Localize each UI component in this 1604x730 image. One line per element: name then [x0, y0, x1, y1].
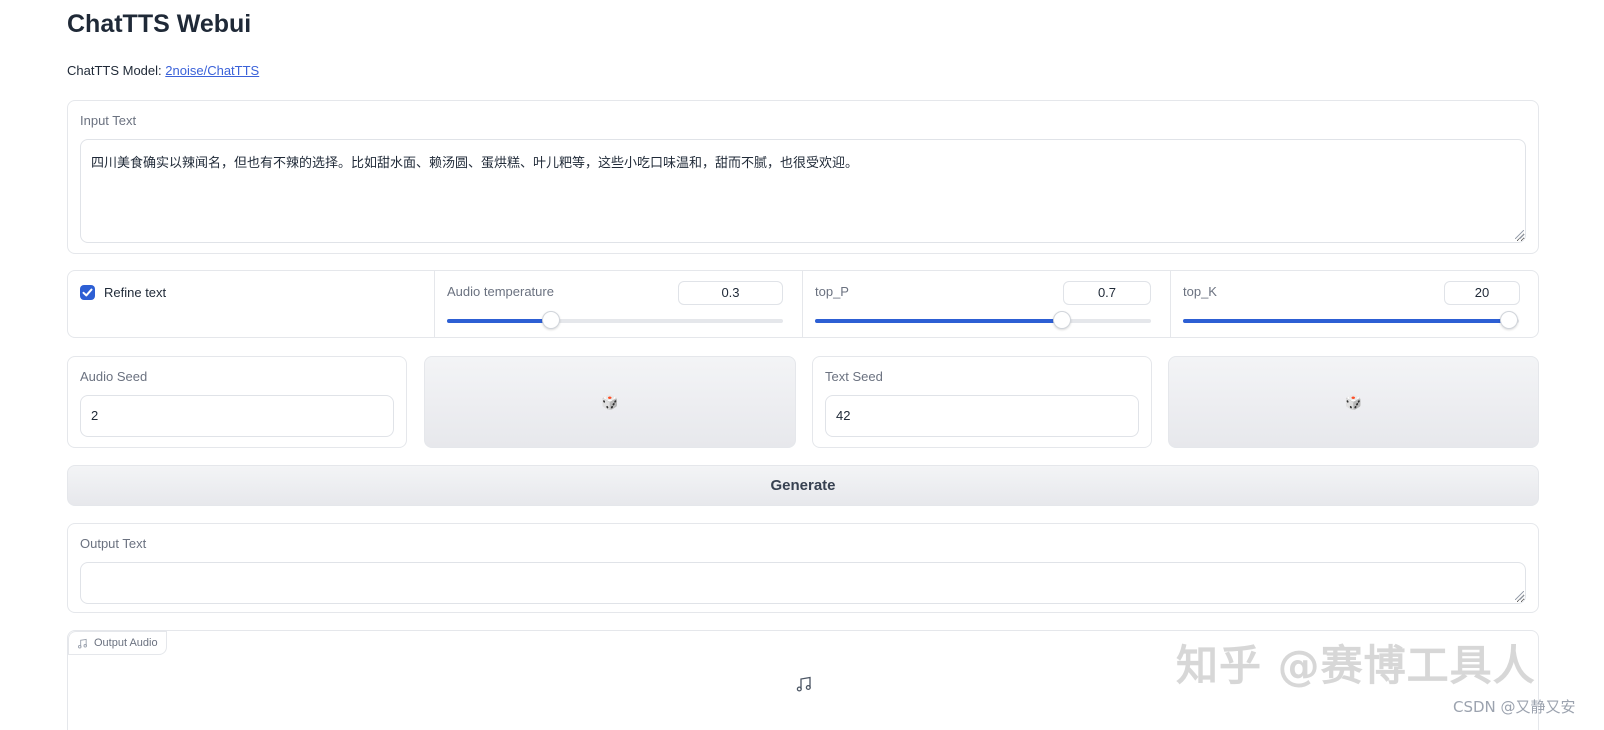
top-p-label: top_P — [815, 284, 849, 299]
resize-handle[interactable] — [1515, 230, 1524, 239]
generate-button[interactable]: Generate — [67, 465, 1539, 506]
dice-icon: 🎲 — [601, 393, 619, 410]
model-link[interactable]: 2noise/ChatTTS — [165, 63, 259, 78]
text-seed-random-button[interactable]: 🎲 — [1168, 356, 1539, 448]
slider-thumb[interactable] — [1499, 311, 1518, 329]
top-p-slider[interactable] — [815, 311, 1151, 329]
input-text-block: Input Text 四川美食确实以辣闻名，但也有不辣的选择。比如甜水面、赖汤圆… — [67, 100, 1539, 254]
resize-handle[interactable] — [1515, 591, 1524, 600]
refine-text-checkbox[interactable] — [80, 285, 95, 300]
input-text-area[interactable]: 四川美食确实以辣闻名，但也有不辣的选择。比如甜水面、赖汤圆、蛋烘糕、叶儿粑等，这… — [80, 139, 1526, 243]
check-icon — [82, 288, 93, 297]
top-p-cell: top_P 0.7 — [803, 271, 1171, 337]
music-note-icon — [796, 676, 811, 692]
slider-fill — [1183, 319, 1509, 323]
controls-row: Refine text Audio temperature 0.3 top_P … — [67, 270, 1539, 338]
audio-seed-random-button[interactable]: 🎲 — [424, 356, 796, 448]
model-info: ChatTTS Model: 2noise/ChatTTS — [67, 63, 259, 78]
slider-fill — [447, 319, 552, 323]
top-k-label: top_K — [1183, 284, 1217, 299]
output-text-label: Output Text — [80, 536, 147, 551]
output-text-area[interactable] — [80, 562, 1526, 604]
audio-seed-block: Audio Seed 2 — [67, 356, 407, 448]
audio-temperature-number[interactable]: 0.3 — [678, 281, 783, 305]
output-audio-tag: Output Audio — [68, 631, 167, 655]
audio-temperature-cell: Audio temperature 0.3 — [435, 271, 803, 337]
csdn-watermark: CSDN @又静又安 — [1453, 698, 1576, 716]
top-p-number[interactable]: 0.7 — [1063, 281, 1151, 305]
top-k-number[interactable]: 20 — [1444, 281, 1520, 305]
page-title: ChatTTS Webui — [67, 10, 252, 38]
audio-seed-label: Audio Seed — [80, 369, 148, 384]
slider-thumb[interactable] — [542, 311, 561, 329]
output-audio-label: Output Audio — [94, 637, 158, 649]
audio-seed-input[interactable]: 2 — [80, 395, 394, 437]
model-label: ChatTTS Model: — [67, 63, 162, 78]
text-seed-input[interactable]: 42 — [825, 395, 1139, 437]
refine-text-cell: Refine text — [68, 271, 435, 337]
slider-fill — [815, 319, 1062, 323]
refine-text-label: Refine text — [104, 285, 167, 300]
music-note-small-icon — [78, 638, 87, 648]
text-seed-label: Text Seed — [825, 369, 883, 384]
top-k-slider[interactable] — [1183, 311, 1519, 329]
slider-thumb[interactable] — [1052, 311, 1071, 329]
zhihu-watermark: 知乎 @赛博工具人 — [1176, 641, 1536, 690]
top-k-cell: top_K 20 — [1171, 271, 1538, 337]
input-text-label: Input Text — [80, 113, 137, 128]
audio-temperature-label: Audio temperature — [447, 284, 554, 299]
dice-icon: 🎲 — [1344, 393, 1363, 410]
audio-temperature-slider[interactable] — [447, 311, 783, 329]
text-seed-block: Text Seed 42 — [812, 356, 1152, 448]
output-text-block: Output Text — [67, 523, 1539, 613]
